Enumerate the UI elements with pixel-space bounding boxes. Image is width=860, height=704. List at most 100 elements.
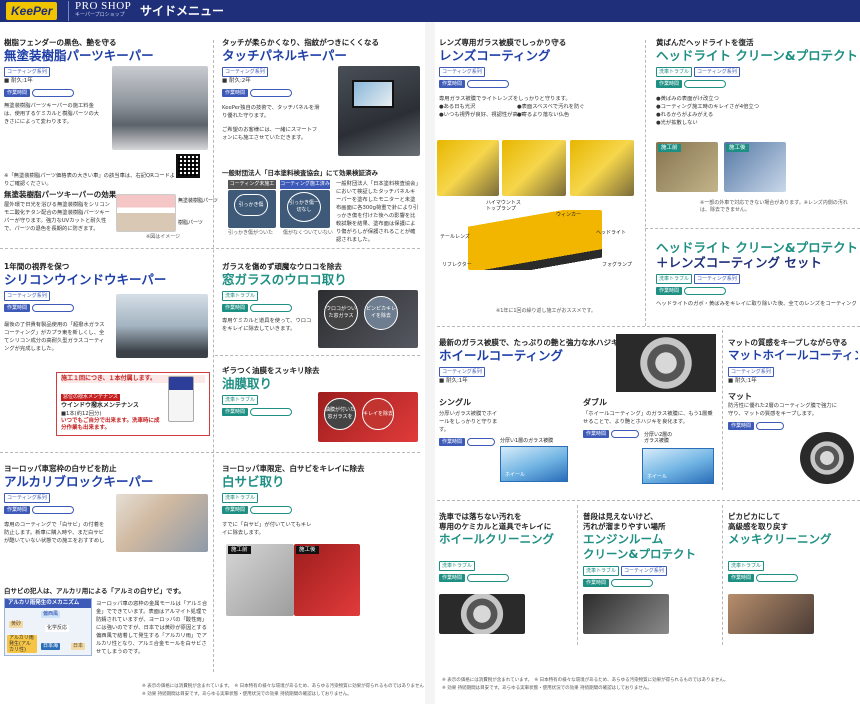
section-title: 白サビ取り [222, 474, 285, 489]
headlight-clean-section: 黄ばんだヘッドライトを復活 ヘッドライト クリーン&プロテクト 洗車トラブル コー… [656, 38, 856, 226]
car-callout: ウィンカー [556, 212, 582, 218]
wheel-cleaning-photo [439, 594, 525, 634]
section-lead: ギラつく油膜をスッキリ除去 [222, 366, 320, 375]
mechanism-label: 日本海 [41, 643, 61, 650]
before-label: 施工前 [658, 144, 681, 152]
box-label: ホイール [647, 474, 668, 480]
section-lead: タッチが柔らかくなり、指紋がつきにくくなる [222, 38, 380, 47]
test-column-label: コーティング未施工 [228, 180, 276, 189]
section-lead: 樹脂フェンダーの黒色、艶を守る [4, 38, 117, 47]
section-title: アルカリブロックキーパー [4, 474, 154, 489]
mechanism-label: 化学反応 [45, 625, 70, 632]
divider [437, 326, 860, 327]
divider [645, 40, 646, 326]
divider [722, 330, 723, 490]
bullet: ●いつも視界が良好、視認性が高い [439, 112, 524, 118]
section-title: 無塗装樹脂パーツキーパー [4, 48, 154, 63]
test-photo-untreated: 引っかき傷 [228, 190, 276, 228]
car-callout: リフレクター [442, 262, 472, 268]
section-title: ヘッドライト クリーン&プロテクト [656, 48, 856, 63]
work-time-badge: 作業時間 [656, 80, 683, 88]
section-body: 無塗装樹脂パーツキーパーの施工料金は、使用するケミカルと樹脂パーツの大きさにによ… [4, 103, 100, 125]
section-lead: 最新のガラス被膜で、たっぷりの艶と強力な水ハジキ [439, 338, 619, 347]
bullet: ●表面スベスベで汚れを防ぐ [517, 104, 585, 110]
work-time-badge: 作業時間 [728, 422, 755, 430]
qr-code[interactable] [176, 154, 200, 178]
category-tag: 洗車トラブル [222, 493, 259, 503]
mechanism-label: 日本 [71, 643, 86, 650]
category-tag: コーティング系列 [694, 67, 740, 77]
work-time-badge: 作業時間 [4, 89, 31, 97]
work-time-box [611, 579, 654, 587]
category-tag: 洗車トラブル [222, 395, 259, 405]
section-title: ヘッドライト クリーン&プロテクト [656, 240, 856, 255]
car-callout: ヘッドライト [596, 230, 627, 236]
headlight-lens-set-section: ヘッドライト クリーン&プロテクト ＋レンズコーティング セット 洗車トラブルコ… [656, 240, 856, 324]
touchpanel-photo [338, 66, 420, 156]
footnote: ※ 効果 持続期間は目安です。あらゆる実車状態・使用状況での効果 持続期間の確認… [442, 686, 652, 691]
headlight-notes: ※一部の外車で対応できない場合があります。※レンズ内側の汚れは、除去できません。 [700, 200, 848, 213]
after-label: 施工後 [296, 546, 319, 554]
double-layer-diagram: ホイール [642, 448, 714, 484]
durability-value: 耐久:1年 [734, 378, 757, 384]
note-red-text: いつでもご自分で出来ます。洗車時に成分作業も出来ます。 [61, 418, 160, 431]
section-title: ホイールコーティング [439, 348, 564, 363]
note-badge: 窓位の撥水メンテナンス [61, 394, 120, 401]
category-tag: 洗車トラブル [439, 561, 476, 571]
lens-photo-winker [502, 140, 566, 196]
durability-value: 耐久:2年 [228, 78, 251, 84]
bullet: ●光が拡散しない [656, 120, 698, 126]
section-lead: 洗車では落ちない汚れを [439, 512, 522, 521]
bullet: ●ある日も光沢 [439, 104, 476, 110]
divider [215, 355, 420, 356]
test-circle: 引っかき傷 [234, 194, 268, 216]
yellow-car-illustration [468, 210, 602, 270]
work-time-box [250, 408, 293, 416]
diagram-label: 樹脂パーツ [178, 220, 203, 226]
section-title: 窓ガラスのウロコ取り [222, 272, 347, 287]
scale-photo: ウロコがついた窓ガラス ピンピカキレイを除去 [318, 290, 418, 348]
qr-note: ※「無塗装樹脂パーツ価格表の大きい車」の該当車は、右記QRコードよりご確認くださ… [4, 173, 176, 187]
lens-photo-headlight [570, 140, 634, 196]
work-time-badge: 作業時間 [728, 574, 755, 582]
section-lead: 1年間の視界を保つ [4, 262, 70, 271]
test-circle: 引っかき傷一切なし [287, 192, 321, 222]
mechanism-label: アルカリ雨発生(アルカリ性) [7, 635, 37, 653]
category-tag: コーティング系列 [439, 367, 485, 377]
work-time-badge: 作業時間 [222, 408, 249, 416]
mechanism-title: アルカリ雨発生のメカニズム [5, 599, 91, 608]
proshop-label: PRO SHOP [75, 0, 132, 12]
section-lead: ガラスを傷めず頑魔なウロコを除去 [222, 262, 342, 271]
mechanism-body: ヨーロッパ車の窓枠の金属モールは「アルミ合金」でできています。表面はアルマイト処… [96, 601, 208, 655]
alkali-photo [116, 494, 208, 552]
section-body: 専用のコーティングで「白サビ」の付着を防止します。新車に購入時や、まだ白サビが酷… [4, 522, 105, 544]
work-time-box [467, 574, 510, 582]
work-time-box [756, 422, 785, 430]
work-time-badge: 作業時間 [583, 430, 610, 438]
section-lead: マットの質感をキープしながら守る [728, 338, 848, 347]
section-lead-2: 専用のケミカルと道具でキレイに [439, 522, 552, 531]
single-body: 分厚いガラス被膜でホイールをしっかりと守ります。 [439, 411, 498, 433]
section-title: ホイールクリーニング [439, 532, 554, 546]
lens-photo-stoplamp [437, 140, 499, 196]
alkali-mechanism-diagram: アルカリ雨発生のメカニズム 偏西風 黄砂 化学反応 日本海 日本 アルカリ雨発生… [4, 598, 92, 656]
section-lead: ヨーロッパ車窓枠の白サビを防止 [4, 464, 117, 473]
scale-circle: ピンピカキレイを除去 [364, 296, 398, 330]
work-time-badge: 作業時間 [583, 579, 610, 587]
divider [722, 505, 723, 645]
test-heading: 一般財団法人「日本塗料検査協会」にて効果検証済み [222, 169, 378, 177]
work-time-box [611, 430, 640, 438]
footnote: ※ 表示の価格には消費税が含まれています。 ※ 日本特有の様々な環境があるため、… [142, 684, 424, 689]
section-title: メッキクリーニング [728, 532, 832, 546]
work-time-box [32, 89, 75, 97]
divider [213, 40, 214, 672]
work-time-badge: 作業時間 [656, 287, 683, 295]
section-title: シリコンウインドウキーパー [4, 272, 167, 287]
work-time-badge: 作業時間 [439, 80, 466, 88]
durability-value: 耐久:1年 [445, 378, 468, 384]
section-title: タッチパネルキーパー [222, 48, 347, 63]
matte-heading: マット [728, 392, 752, 401]
proshop-logo: PRO SHOP キーパープロショップ [68, 1, 131, 21]
test-photo-treated: 引っかき傷一切なし [280, 190, 330, 228]
before-label: 施工前 [228, 546, 251, 554]
